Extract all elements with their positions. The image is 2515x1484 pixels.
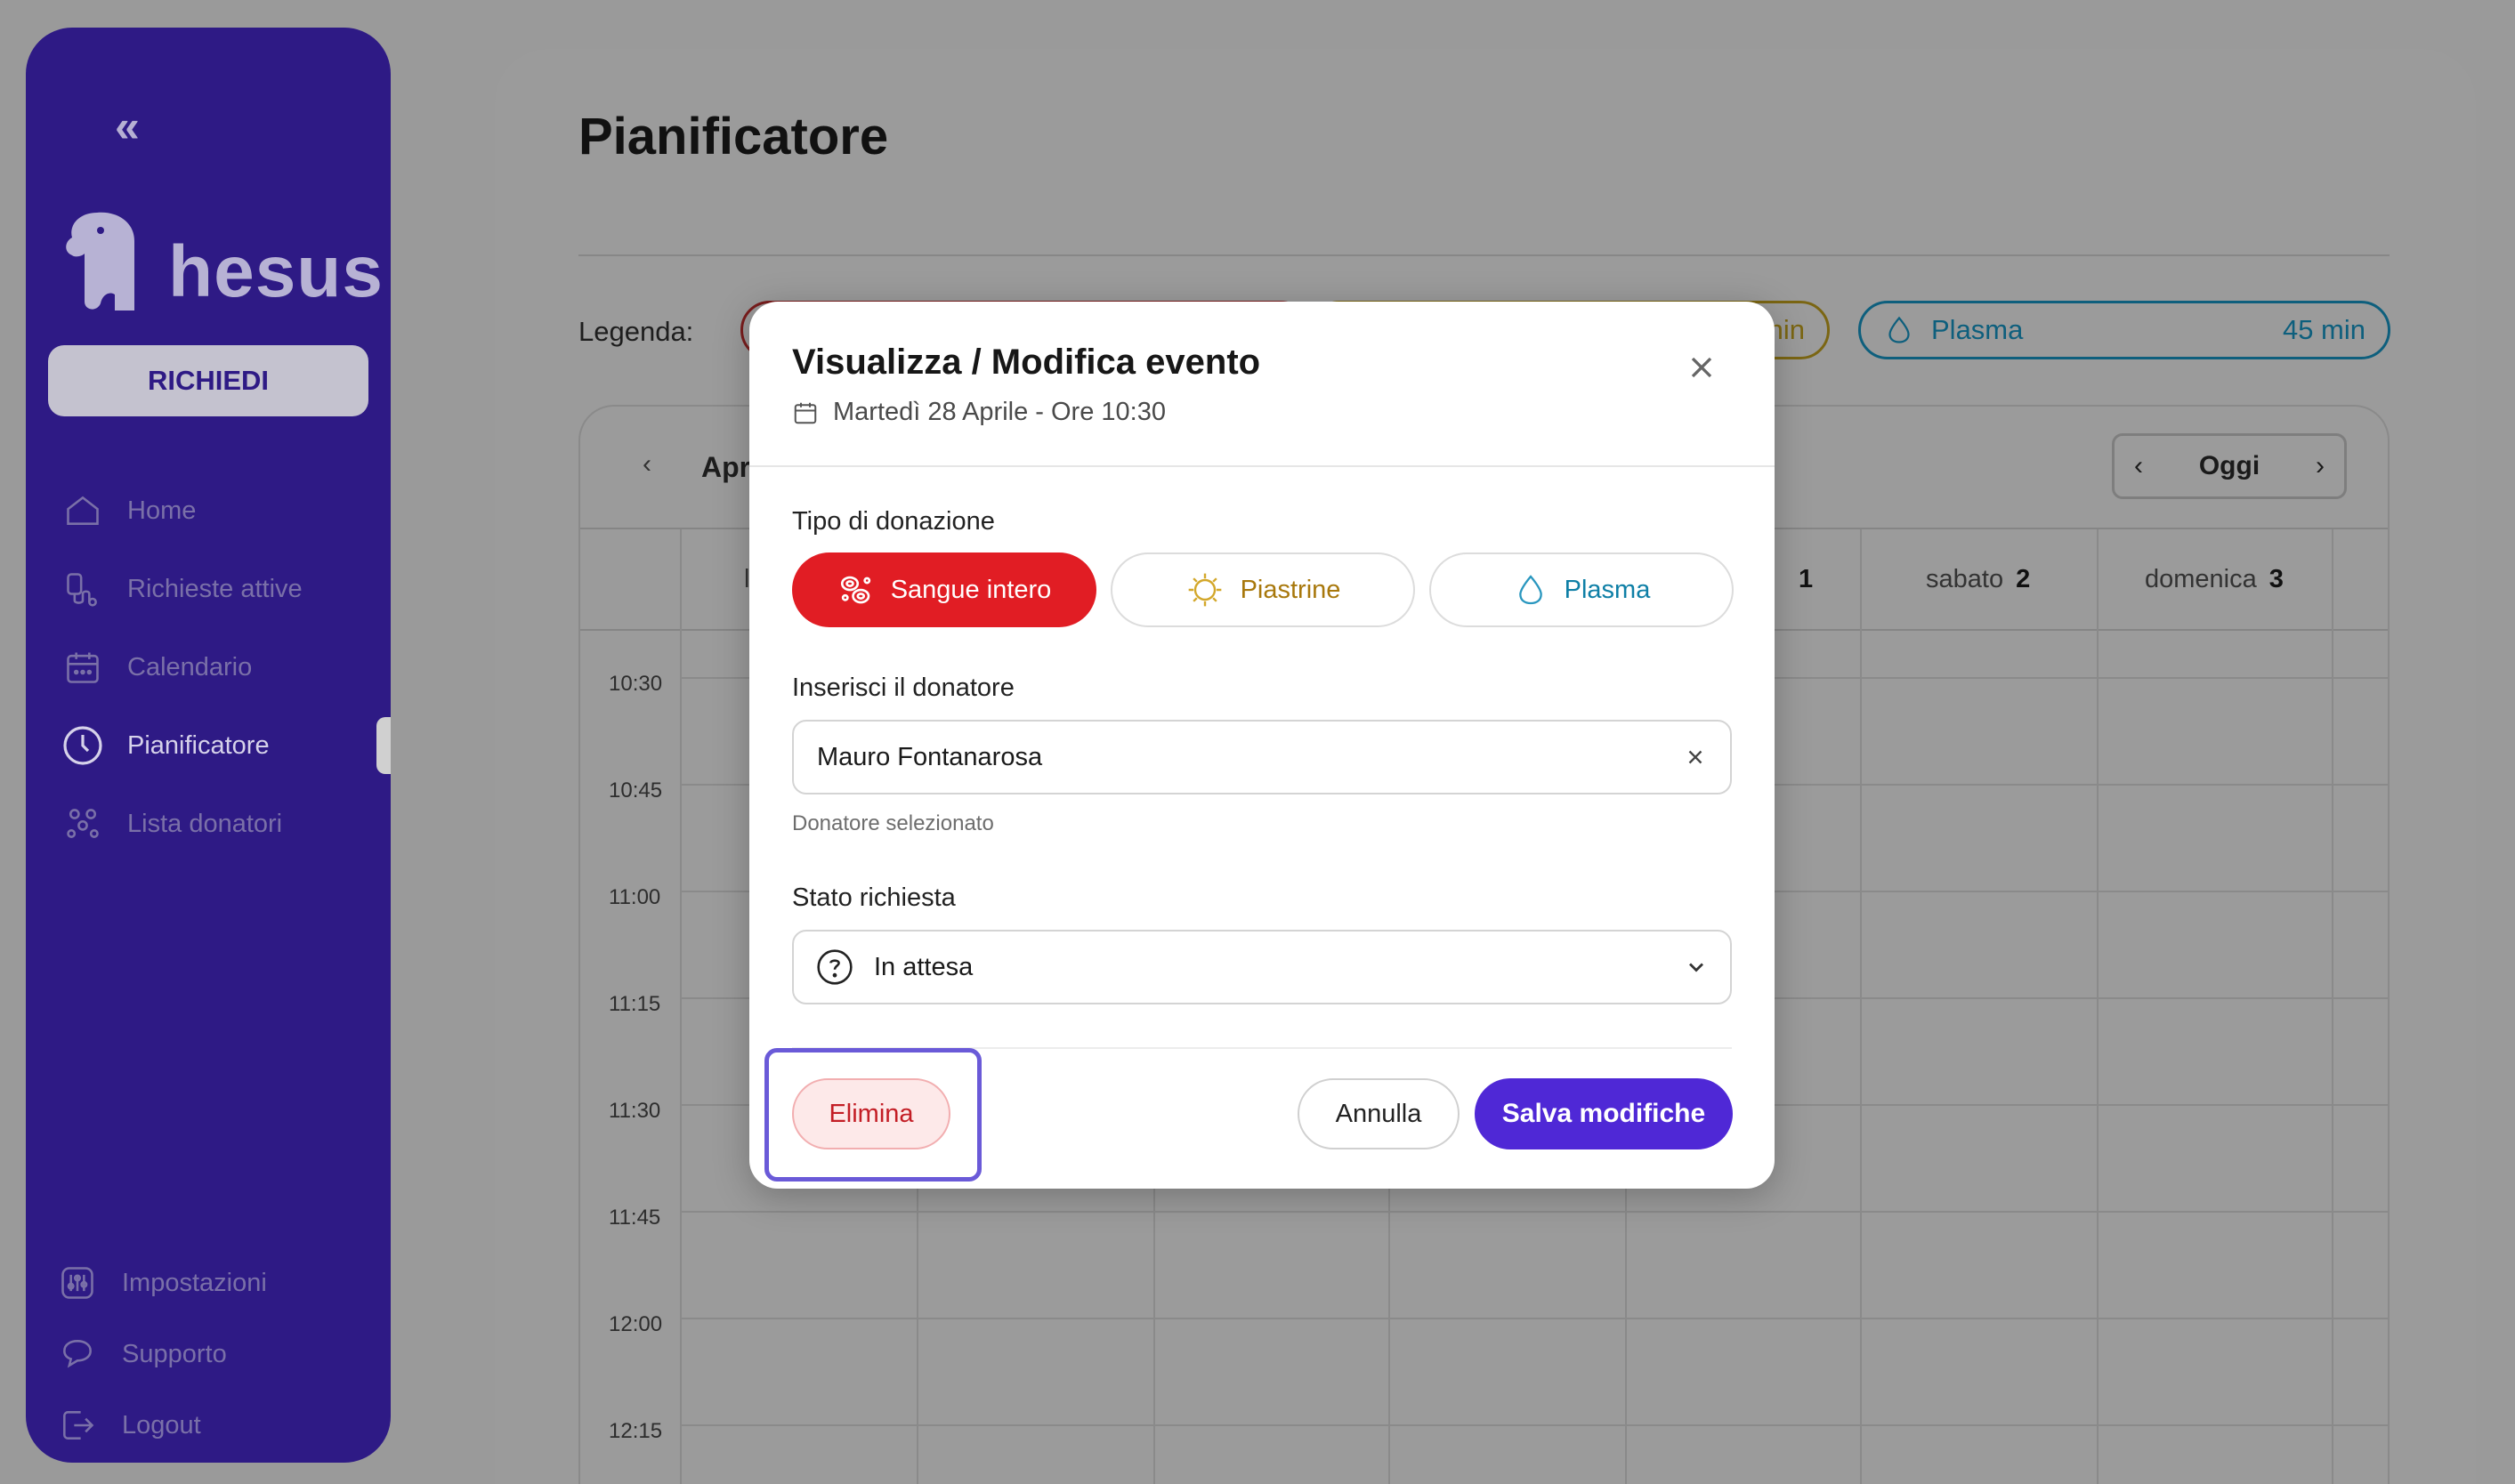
close-icon[interactable]: [1684, 350, 1719, 385]
day-header: 1: [1799, 565, 1814, 593]
calendar-icon: [794, 402, 817, 423]
time-label: 11:45: [609, 1206, 661, 1230]
delete-button[interactable]: Elimina: [792, 1078, 950, 1149]
donation-type-sangue-intero[interactable]: Sangue intero: [792, 552, 1096, 627]
today-navigator: ‹ Oggi ›: [2112, 433, 2347, 499]
calendar-month: Apr: [701, 451, 751, 483]
active-indicator: [376, 717, 391, 774]
nav-label: Impostazioni: [122, 1268, 267, 1297]
time-label: 11:15: [609, 992, 661, 1016]
cancel-button[interactable]: Annulla: [1298, 1078, 1460, 1149]
chevron-down-icon: [1689, 963, 1703, 972]
status-select-value: In attesa: [874, 952, 974, 981]
nav-item-impostazioni[interactable]: Impostazioni: [56, 1256, 267, 1310]
logo-mark-icon: [66, 212, 134, 311]
calendar-icon: [61, 646, 104, 689]
status-label: Stato richiesta: [792, 883, 956, 912]
page-title: Pianificatore: [578, 108, 889, 165]
legend-label: Legenda:: [578, 316, 694, 347]
request-button[interactable]: RICHIEDI: [48, 345, 368, 416]
legend-plasma: Plasma 45 min: [1858, 301, 2390, 359]
time-label: 12:00: [609, 1312, 663, 1336]
collapse-sidebar-icon[interactable]: «: [115, 104, 172, 149]
platelet-icon: [1188, 573, 1221, 607]
chevron-left-icon[interactable]: ‹: [2134, 451, 2143, 481]
settings-icon: [56, 1262, 99, 1304]
save-button[interactable]: Salva modifiche: [1475, 1078, 1733, 1149]
sidebar: « hesus RICHIEDI Home Richieste attive C…: [26, 28, 391, 1463]
donor-helper-text: Donatore selezionato: [792, 811, 994, 835]
grid-line: [682, 1318, 2388, 1319]
nav-label: Lista donatori: [127, 809, 283, 838]
edit-event-modal: Visualizza / Modifica evento Martedì 28 …: [749, 302, 1775, 1189]
nav-label: Home: [127, 496, 197, 525]
modal-title: Visualizza / Modifica evento: [792, 343, 1261, 382]
request-icon: [61, 568, 104, 610]
time-label: 11:00: [609, 885, 661, 909]
donor-input-value: Mauro Fontanarosa: [817, 742, 1043, 771]
grid-line: [1860, 529, 1862, 1484]
day-header: domenica 3: [2145, 565, 2284, 593]
donation-type-label: Plasma: [1564, 575, 1651, 604]
nav-label: Calendario: [127, 652, 253, 682]
support-icon: [56, 1333, 99, 1375]
donation-type-label: Tipo di donazione: [792, 507, 995, 536]
nav-item-lista-donatori[interactable]: Lista donatori: [61, 797, 282, 851]
legend-name: Plasma: [1931, 314, 2024, 345]
nav-item-pianificatore[interactable]: Pianificatore: [61, 719, 270, 772]
nav-label: Supporto: [122, 1339, 227, 1368]
time-label: 12:15: [609, 1419, 663, 1443]
nav-item-calendario[interactable]: Calendario: [61, 641, 252, 694]
chevron-right-icon[interactable]: ›: [2316, 451, 2325, 481]
donor-label: Inserisci il donatore: [792, 673, 1015, 702]
grid-line: [680, 529, 682, 1484]
grid-line: [682, 1424, 2388, 1426]
nav-item-richieste-attive[interactable]: Richieste attive: [61, 562, 303, 616]
logo-text: hesus: [168, 231, 384, 312]
nav-item-home[interactable]: Home: [61, 484, 196, 537]
clock-icon: [61, 724, 104, 767]
divider: [749, 465, 1775, 467]
clear-icon[interactable]: [1684, 746, 1707, 769]
event-date-text: Martedì 28 Aprile - Ore 10:30: [833, 398, 1166, 426]
question-icon: [817, 949, 853, 985]
grid-line: [2332, 529, 2333, 1484]
grid-line: [2097, 529, 2099, 1484]
donation-type-plasma[interactable]: Plasma: [1429, 552, 1734, 627]
status-select[interactable]: In attesa: [792, 930, 1732, 1004]
time-label: 11:30: [609, 1099, 661, 1123]
nav-label: Logout: [122, 1410, 201, 1440]
donation-type-label: Sangue intero: [890, 575, 1052, 604]
donors-icon: [61, 802, 104, 845]
nav-label: Richieste attive: [127, 574, 303, 603]
time-label: 10:30: [609, 672, 663, 696]
event-date: Martedì 28 Aprile - Ore 10:30: [792, 398, 1166, 427]
blood-cells-icon: [840, 576, 870, 604]
today-button[interactable]: Oggi: [2199, 451, 2260, 481]
logo: hesus: [61, 179, 384, 321]
donor-input[interactable]: Mauro Fontanarosa: [792, 720, 1732, 794]
nav-item-supporto[interactable]: Supporto: [56, 1327, 227, 1381]
donation-type-label: Piastrine: [1240, 575, 1341, 604]
drop-icon: [1518, 575, 1542, 605]
chevron-left-icon[interactable]: ‹: [643, 449, 651, 480]
drop-icon: [1888, 316, 1910, 343]
time-label: 10:45: [609, 778, 663, 802]
nav-item-logout[interactable]: Logout: [56, 1399, 201, 1452]
donation-type-piastrine[interactable]: Piastrine: [1111, 552, 1415, 627]
nav-label: Pianificatore: [127, 730, 270, 760]
divider: [578, 254, 2390, 256]
logout-icon: [56, 1404, 99, 1447]
grid-line: [682, 1211, 2388, 1213]
day-header: sabato 2: [1926, 565, 2031, 593]
home-icon: [61, 489, 104, 532]
legend-duration: 45 min: [2282, 314, 2365, 345]
